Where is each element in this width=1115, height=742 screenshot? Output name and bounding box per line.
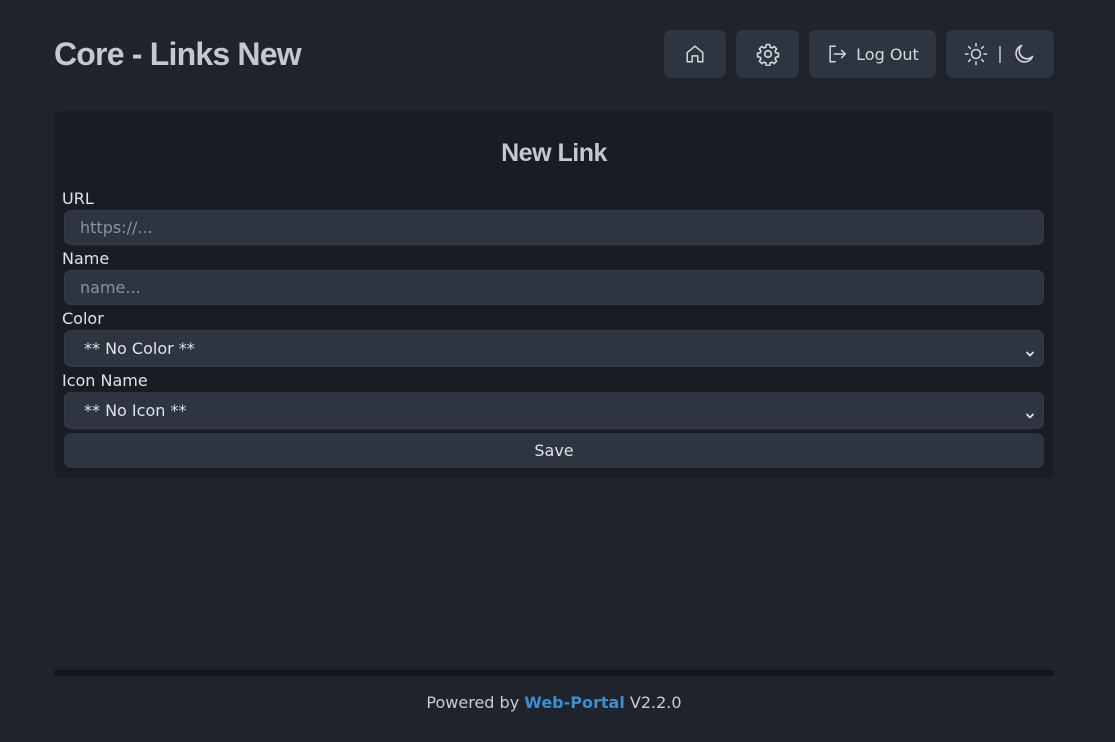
name-label: Name: [62, 249, 110, 268]
page-title: Core - Links New: [54, 36, 302, 72]
footer-version: V2.2.0: [629, 693, 682, 712]
theme-toggle[interactable]: |: [946, 30, 1054, 78]
logout-icon: [826, 43, 848, 65]
logout-button[interactable]: Log Out: [809, 30, 936, 78]
theme-separator: |: [997, 44, 1003, 64]
icon-select-value: ** No Icon **: [84, 401, 187, 420]
footer: Powered by Web-Portal V2.2.0: [0, 693, 1108, 713]
logout-label: Log Out: [856, 44, 919, 64]
icon-name-label: Icon Name: [62, 371, 148, 390]
settings-button[interactable]: [736, 30, 799, 78]
page-header: Core - Links New Log Out |: [54, 30, 1054, 78]
web-portal-link[interactable]: Web-Portal: [524, 693, 625, 712]
top-nav: Log Out |: [664, 30, 1054, 78]
new-link-form: New Link URL Name Color ** No Color ** I…: [54, 111, 1054, 478]
home-icon: [684, 43, 706, 65]
url-input[interactable]: [64, 210, 1044, 245]
home-button[interactable]: [664, 30, 726, 78]
color-label: Color: [62, 309, 104, 328]
chevron-down-icon: [1025, 406, 1035, 425]
icon-select[interactable]: ** No Icon **: [64, 392, 1044, 429]
moon-icon[interactable]: [1012, 42, 1036, 66]
footer-prefix: Powered by: [426, 693, 520, 712]
footer-divider: [54, 670, 1054, 676]
name-input[interactable]: [64, 270, 1044, 305]
color-select[interactable]: ** No Color **: [64, 330, 1044, 367]
sun-icon[interactable]: [964, 42, 988, 66]
gear-icon: [756, 42, 780, 66]
chevron-down-icon: [1025, 344, 1035, 363]
save-button[interactable]: Save: [64, 433, 1044, 468]
form-title: New Link: [501, 139, 607, 167]
color-select-value: ** No Color **: [84, 339, 195, 358]
url-label: URL: [62, 189, 94, 208]
